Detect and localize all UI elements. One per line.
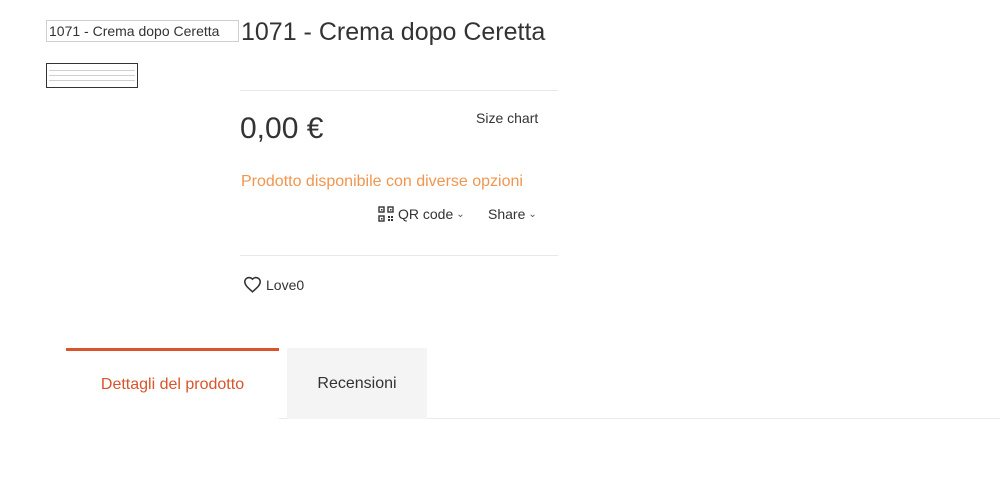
- thumbnail-line: [49, 80, 135, 81]
- chevron-down-icon: ⌄: [528, 208, 537, 220]
- thumbnail-line: [49, 75, 135, 76]
- product-title: 1071 - Crema dopo Ceretta: [241, 18, 546, 46]
- product-image: 1071 - Crema dopo Ceretta: [46, 20, 239, 42]
- love-label: Love: [266, 276, 297, 293]
- heart-icon: [243, 276, 262, 293]
- divider: [240, 90, 558, 91]
- tab-reviews[interactable]: Recensioni: [287, 348, 427, 419]
- availability-text: Prodotto disponibile con diverse opzioni: [241, 173, 523, 190]
- share-button[interactable]: Share ⌄: [488, 206, 537, 222]
- love-button[interactable]: Love 0: [243, 276, 304, 293]
- qr-code-icon: [378, 206, 394, 222]
- chevron-down-icon: ⌄: [456, 208, 465, 220]
- love-count: 0: [296, 276, 305, 293]
- product-price: 0,00 €: [240, 112, 324, 145]
- product-thumbnail[interactable]: [46, 63, 138, 88]
- size-chart-link[interactable]: Size chart: [476, 110, 538, 126]
- qr-code-button[interactable]: QR code ⌄: [378, 206, 465, 222]
- thumbnail-line: [49, 70, 135, 71]
- divider: [240, 255, 558, 256]
- product-image-alt: 1071 - Crema dopo Ceretta: [49, 23, 220, 39]
- tab-label: Recensioni: [317, 374, 397, 392]
- tab-product-details[interactable]: Dettagli del prodotto: [66, 348, 279, 419]
- share-label: Share: [488, 206, 526, 222]
- qr-code-label: QR code: [398, 206, 454, 222]
- product-page: 1071 - Crema dopo Ceretta 1071 - Crema d…: [0, 0, 1000, 479]
- tab-label: Dettagli del prodotto: [100, 376, 245, 393]
